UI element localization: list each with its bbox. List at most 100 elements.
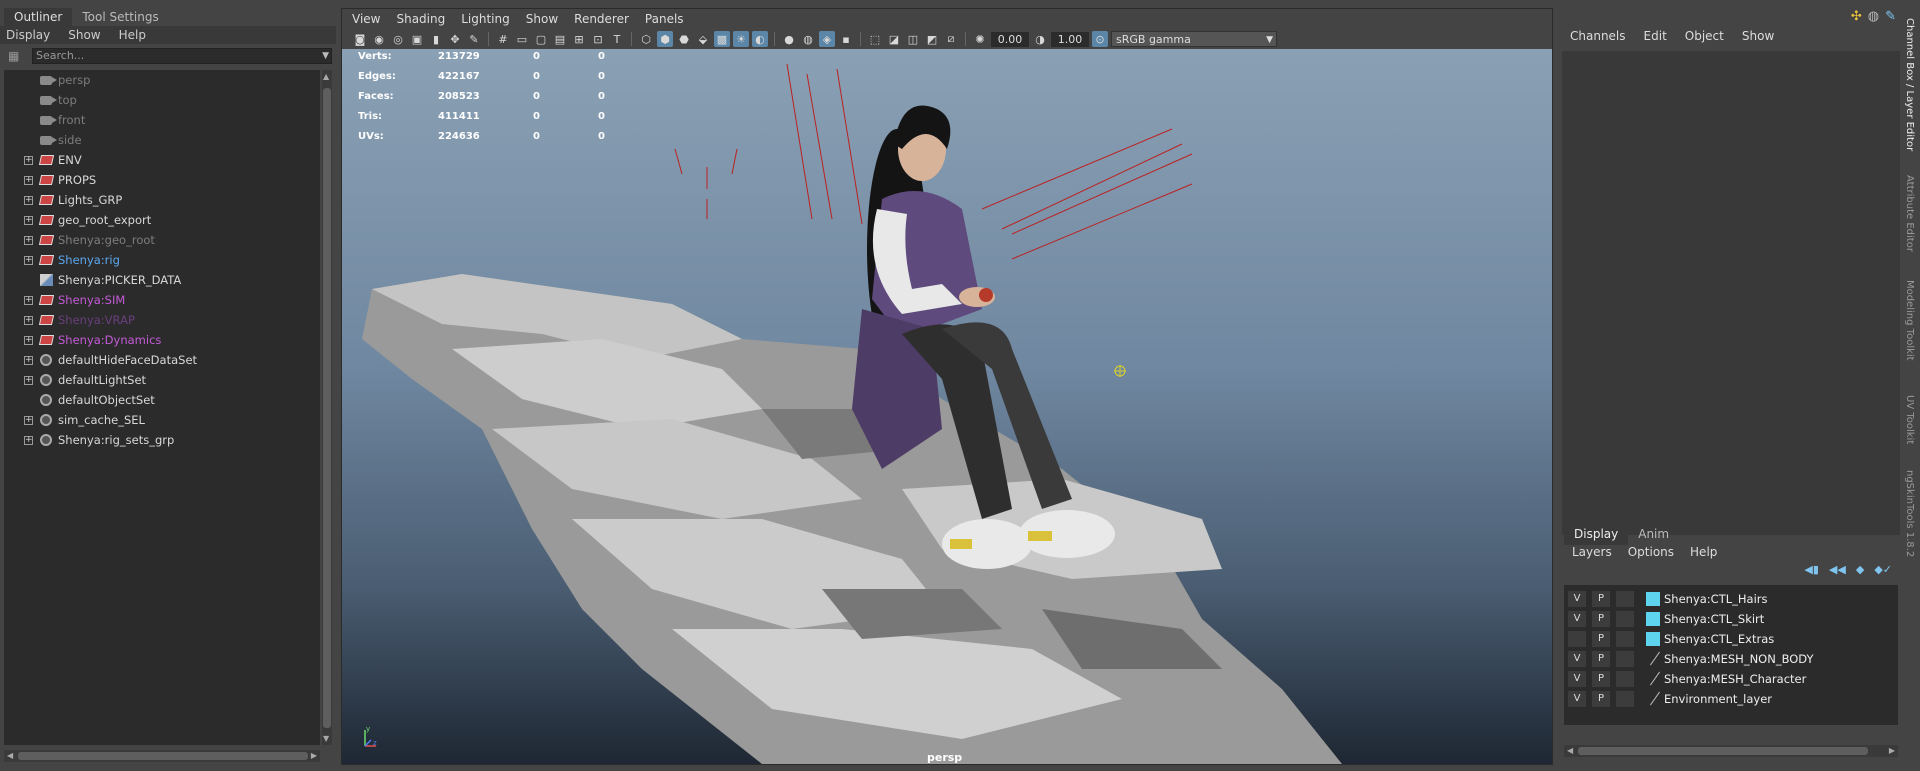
search-input[interactable]: Search... ▼ (32, 48, 332, 64)
field-chart-icon[interactable]: ⊞ (571, 31, 587, 47)
outliner-item[interactable]: front (4, 110, 320, 130)
outliner-item[interactable]: + Shenya:geo_root (4, 230, 320, 250)
channel-box-area[interactable] (1562, 51, 1900, 535)
menu-display[interactable]: Display (6, 28, 50, 42)
grease-pencil-icon[interactable]: ✎ (466, 31, 482, 47)
side-tab[interactable]: Attribute Editor (1904, 175, 1915, 252)
expand-icon[interactable]: + (24, 235, 33, 245)
scrollbar-thumb[interactable] (18, 752, 308, 760)
menu-show[interactable]: Show (68, 28, 100, 42)
resolution-gate-icon[interactable]: ▢ (533, 31, 549, 47)
expand-icon[interactable]: + (24, 355, 33, 365)
menu-renderer[interactable]: Renderer (574, 12, 629, 26)
bookmark-icon[interactable]: ◎ (390, 31, 406, 47)
layer-playback-toggle[interactable]: P (1592, 631, 1610, 647)
layer-playback-toggle[interactable]: P (1592, 671, 1610, 687)
color-space-select[interactable]: sRGB gamma ▼ (1111, 31, 1277, 47)
textured-icon[interactable]: ⬙ (695, 31, 711, 47)
menu-channels[interactable]: Channels (1570, 29, 1626, 45)
scroll-right-icon[interactable]: ▶ (1889, 746, 1895, 755)
layer-color-swatch[interactable] (1646, 632, 1660, 646)
camera-attributes-icon[interactable]: ◉ (371, 31, 387, 47)
menu-lighting[interactable]: Lighting (461, 12, 510, 26)
expand-icon[interactable]: + (24, 175, 33, 185)
menu-layers[interactable]: Layers (1572, 545, 1612, 559)
outliner-item[interactable]: persp (4, 70, 320, 90)
xray-icon[interactable]: ◪ (886, 31, 902, 47)
menu-panels[interactable]: Panels (645, 12, 684, 26)
outliner-item[interactable]: + Shenya:SIM (4, 290, 320, 310)
layer-visibility-toggle[interactable]: V (1568, 671, 1586, 687)
outliner-item[interactable]: + Shenya:VRAP (4, 310, 320, 330)
outliner-horizontal-scrollbar[interactable]: ◀ ▶ (4, 750, 320, 762)
menu-options[interactable]: Options (1628, 545, 1674, 559)
chevron-down-icon[interactable]: ▼ (1266, 32, 1273, 48)
layer-display-type-toggle[interactable] (1616, 651, 1634, 667)
layer-color-swatch[interactable] (1646, 672, 1660, 686)
layer-playback-toggle[interactable]: P (1592, 611, 1610, 627)
expand-icon[interactable]: + (24, 415, 33, 425)
layer-row[interactable]: V P Environment_layer (1564, 689, 1898, 709)
outliner-vertical-scrollbar[interactable]: ▲ ▼ (322, 70, 332, 745)
layer-playback-toggle[interactable]: P (1592, 651, 1610, 667)
scroll-left-icon[interactable]: ◀ (1567, 746, 1573, 755)
layer-visibility-toggle[interactable]: V (1568, 611, 1586, 627)
layer-color-swatch[interactable] (1646, 692, 1660, 706)
safe-title-icon[interactable]: T (609, 31, 625, 47)
side-tab[interactable]: ngSkinTools 1.8.2 (1904, 470, 1915, 557)
outliner-item[interactable]: top (4, 90, 320, 110)
outliner-item[interactable]: + Shenya:Dynamics (4, 330, 320, 350)
outliner-tree[interactable]: persp top front side + ENV + PROPS + Lights_GRP + g… (4, 70, 320, 745)
layer-row[interactable]: P Shenya:CTL_Extras (1564, 629, 1898, 649)
move-layer-up-icon[interactable]: ◀▮ (1804, 563, 1819, 576)
layer-visibility-toggle[interactable]: V (1568, 651, 1586, 667)
expand-icon[interactable]: + (24, 315, 33, 325)
scroll-left-icon[interactable]: ◀ (7, 751, 13, 760)
layer-display-type-toggle[interactable] (1616, 671, 1634, 687)
smooth-shade-icon[interactable]: ⬢ (657, 31, 673, 47)
layer-visibility-toggle[interactable]: V (1568, 591, 1586, 607)
outliner-item[interactable]: + defaultHideFaceDataSet (4, 350, 320, 370)
tab-anim[interactable]: Anim (1628, 525, 1679, 545)
xray-active-icon[interactable]: ◫ (905, 31, 921, 47)
outliner-item[interactable]: defaultObjectSet (4, 390, 320, 410)
outliner-item[interactable]: + PROPS (4, 170, 320, 190)
layer-row[interactable]: V P Shenya:CTL_Skirt (1564, 609, 1898, 629)
layer-display-type-toggle[interactable] (1616, 611, 1634, 627)
expand-icon[interactable]: + (24, 295, 33, 305)
menu-help[interactable]: Help (119, 28, 146, 42)
color-management-icon[interactable]: ⊙ (1092, 31, 1108, 47)
axis-gizmo-icon[interactable]: ✣ (1851, 9, 1862, 24)
expand-icon[interactable]: + (24, 215, 33, 225)
layer-playback-toggle[interactable]: P (1592, 591, 1610, 607)
expand-icon[interactable]: + (24, 255, 33, 265)
viewport-scene[interactable]: Verts: 213729 0 0 Edges: 422167 0 0 Faces: 208523… (342, 49, 1552, 764)
outliner-item[interactable]: + ENV (4, 150, 320, 170)
gate-mask-icon[interactable]: ▤ (552, 31, 568, 47)
expand-icon[interactable]: + (24, 155, 33, 165)
grid-icon[interactable]: # (495, 31, 511, 47)
exposure-field[interactable]: 0.00 (991, 31, 1029, 47)
menu-help[interactable]: Help (1690, 545, 1717, 559)
outliner-item[interactable]: side (4, 130, 320, 150)
side-tab[interactable]: UV Toolkit (1904, 395, 1915, 444)
gamma-field[interactable]: 1.00 (1051, 31, 1089, 47)
motion-blur-icon[interactable]: ◍ (800, 31, 816, 47)
layer-row[interactable]: V P Shenya:MESH_NON_BODY (1564, 649, 1898, 669)
scroll-right-icon[interactable]: ▶ (311, 751, 317, 760)
screen-space-ao-icon[interactable]: ● (781, 31, 797, 47)
menu-object[interactable]: Object (1685, 29, 1724, 45)
tab-display[interactable]: Display (1564, 525, 1629, 545)
xray-joints-icon[interactable]: ◩ (924, 31, 940, 47)
isolate-select-icon[interactable]: ⬚ (867, 31, 883, 47)
tab-tool-settings[interactable]: Tool Settings (72, 8, 168, 26)
side-tab[interactable]: Channel Box / Layer Editor (1904, 18, 1915, 151)
layer-color-swatch[interactable] (1646, 652, 1660, 666)
pan-zoom-icon[interactable]: ✥ (447, 31, 463, 47)
layer-playback-toggle[interactable]: P (1592, 691, 1610, 707)
exposure-icon[interactable]: ✺ (972, 31, 988, 47)
expand-icon[interactable]: + (24, 435, 33, 445)
expand-icon[interactable]: + (24, 335, 33, 345)
menu-show[interactable]: Show (526, 12, 558, 26)
new-layer-from-selection-icon[interactable]: ◆✓ (1874, 563, 1892, 576)
